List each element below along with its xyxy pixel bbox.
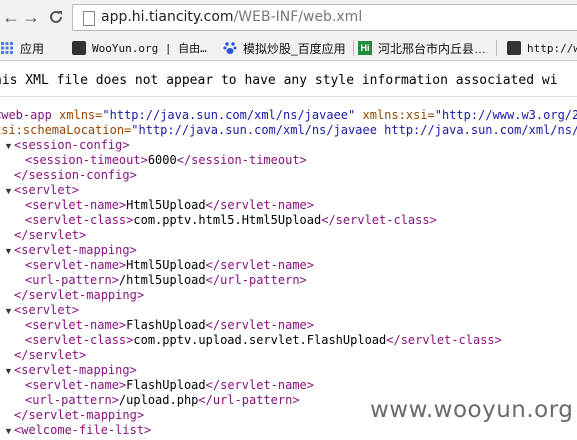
xml-line: <servlet> (14, 183, 80, 197)
xml-line: <servlet-class>com.pptv.html5.Html5Uploa… (25, 213, 437, 227)
bookmark-baidu[interactable]: 模拟炒股_百度应用 (223, 39, 346, 57)
baidu-paw-icon (223, 41, 237, 55)
collapse-toggle-icon[interactable]: ▼ (4, 142, 13, 151)
xml-line: <servlet-name>Html5Upload</servlet-name> (25, 258, 315, 272)
xml-root-line-2: xsi:schemaLocation="http://java.sun.com/… (0, 123, 577, 137)
bookmark-apps[interactable]: 应用 (0, 39, 44, 57)
xml-line: </servlet> (14, 348, 87, 362)
bookmark-http[interactable]: http://www (507, 39, 577, 57)
bookmark-label: WooYun.org | 自由… (92, 42, 207, 55)
xml-line: </servlet> (14, 228, 87, 242)
collapse-toggle-icon[interactable]: ▼ (4, 247, 13, 256)
xml-line: </servlet-mapping> (14, 288, 145, 302)
xml-line: <welcome-file-list> (14, 423, 152, 437)
bookmark-wooyun[interactable]: WooYun.org | 自由… (72, 39, 207, 57)
back-arrow-icon[interactable]: ← (0, 6, 22, 28)
bookmark-hebei[interactable]: Hi 河北邢台市内丘县… (358, 39, 486, 57)
xml-root-line: <web-app xmlns="http://java.sun.com/xml/… (0, 108, 577, 122)
banner-text: his XML file does not appear to have any… (0, 73, 558, 88)
bookmark-divider (496, 40, 497, 56)
collapse-toggle-icon[interactable]: ▼ (4, 427, 13, 436)
collapse-toggle-icon[interactable]: ▼ (4, 367, 13, 376)
bookmark-label: 应用 (20, 41, 45, 56)
xml-line: </session-config> (14, 168, 137, 182)
watermark: www.wooyun.org (370, 397, 574, 423)
bookmarks-bar: 应用 WooYun.org | 自由… 模拟炒股_百度应用 Hi 河北邢台市内丘… (0, 36, 577, 61)
wooyun-icon (507, 41, 521, 55)
xml-info-banner: his XML file does not appear to have any… (0, 66, 577, 97)
hi-icon: Hi (358, 41, 372, 55)
xml-line: <servlet-class>com.pptv.upload.servlet.F… (25, 333, 502, 347)
forward-arrow-icon[interactable]: → (20, 6, 42, 28)
xml-line: <url-pattern>/html5upload</url-pattern> (25, 273, 307, 287)
apps-icon (0, 41, 14, 55)
page-icon (83, 11, 95, 26)
bookmark-label: 模拟炒股_百度应用 (243, 41, 346, 56)
address-bar[interactable]: app.hi.tiancity.com/WEB-INF/web.xml (72, 4, 577, 31)
xml-line: <servlet> (14, 303, 80, 317)
url-text: app.hi.tiancity.com/WEB-INF/web.xml (101, 9, 363, 25)
collapse-toggle-icon[interactable]: ▼ (4, 307, 13, 316)
bookmark-label: http://www (527, 41, 577, 55)
xml-line: </servlet-mapping> (14, 408, 145, 422)
collapse-toggle-icon[interactable]: ▼ (4, 187, 13, 196)
bookmark-divider (353, 40, 354, 56)
xml-line: <servlet-name>Html5Upload</servlet-name> (25, 198, 315, 212)
xml-line: <url-pattern>/upload.php</url-pattern> (25, 393, 300, 407)
xml-line: <servlet-name>FlashUpload</servlet-name> (25, 378, 315, 392)
reload-icon[interactable] (45, 6, 67, 28)
xml-line: <session-config> (14, 138, 130, 152)
xml-line: <servlet-mapping> (14, 363, 137, 377)
wooyun-icon (72, 41, 86, 55)
bookmark-label: 河北邢台市内丘县… (378, 41, 487, 56)
xml-line: <session-timeout>6000</session-timeout> (25, 153, 307, 167)
browser-toolbar: ← → app.hi.tiancity.com/WEB-INF/web.xml (0, 0, 577, 36)
xml-line: <servlet-mapping> (14, 243, 137, 257)
xml-line: <servlet-name>FlashUpload</servlet-name> (25, 318, 315, 332)
